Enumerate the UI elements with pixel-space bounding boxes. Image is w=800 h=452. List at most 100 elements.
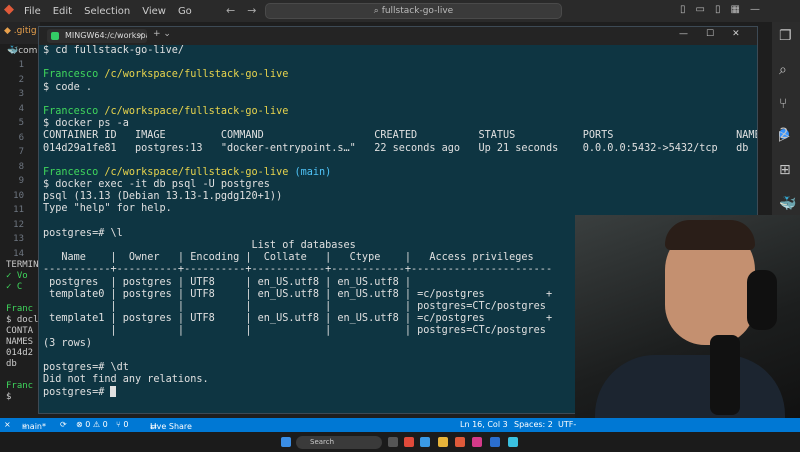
- terminal-text: /c/workspace/fullstack-go-live: [104, 105, 289, 117]
- app-icon[interactable]: [472, 437, 482, 447]
- search-icon[interactable]: ⌕: [779, 62, 787, 78]
- webcam-overlay: [575, 215, 800, 418]
- windows-taskbar: Search: [0, 432, 800, 452]
- line-number-gutter: 1 2 3 4 5 6 7 8 9 10 11 12 13 14: [0, 60, 40, 260]
- terminal-text: psql (13.13 (Debian 13.13-1.pgdg120+1)): [43, 191, 283, 203]
- panel-line: $ docl: [6, 315, 39, 325]
- toggle-secondary-sidebar-icon[interactable]: ▯: [715, 4, 721, 15]
- layout-controls: ▯ ▭ ▯ ▦ —: [680, 4, 760, 15]
- terminal-window-controls: — ☐ ✕: [679, 29, 740, 39]
- terminal-line: Francesco /c/workspace/fullstack-go-live…: [43, 166, 757, 179]
- indentation-status[interactable]: Spaces: 2: [514, 420, 553, 429]
- terminal-tab[interactable]: MINGW64:/c/workspace/fullstack-go-live ✕: [47, 29, 147, 43]
- status-bar: ⨯ ⑂ main* ⟳ ⊗ 0 ⚠ 0 ⑂ 0 ⇄ Live Share Ln …: [0, 418, 800, 432]
- editor-tab-compose[interactable]: 🐳com: [3, 46, 37, 56]
- customize-layout-icon[interactable]: ▦: [730, 4, 739, 15]
- terminal-text: postgres=# \dt: [43, 361, 129, 373]
- line-number: 8: [18, 161, 24, 172]
- terminal-text: $ code .: [43, 81, 93, 93]
- minimize-icon[interactable]: —: [750, 4, 760, 15]
- panel-line: ✓ C: [6, 282, 23, 292]
- remote-indicator-icon[interactable]: ⨯: [4, 420, 11, 429]
- terminal-text: postgres=# \l: [43, 227, 123, 239]
- editor-tab-gitignore[interactable]: ◆ .gitig: [0, 26, 37, 36]
- cursor-position[interactable]: Ln 16, Col 3: [460, 420, 508, 429]
- line-number: 11: [13, 205, 24, 215]
- menu-edit[interactable]: Edit: [53, 6, 72, 17]
- taskbar-search[interactable]: Search: [296, 436, 382, 449]
- terminal-line: Francesco /c/workspace/fullstack-go-live: [43, 105, 757, 118]
- sync-icon[interactable]: ⟳: [60, 420, 67, 429]
- line-number: 13: [13, 234, 24, 244]
- edge-icon[interactable]: [508, 437, 518, 447]
- vscode-icon[interactable]: [420, 437, 430, 447]
- terminal-line: CONTAINER ID IMAGE COMMAND CREATED STATU…: [43, 130, 758, 142]
- vscode-logo-icon: ◆: [4, 2, 14, 17]
- panel-line: 014d2: [6, 348, 34, 358]
- run-debug-icon[interactable]: ▷: [779, 128, 790, 144]
- menu-file[interactable]: File: [24, 6, 41, 17]
- panel-line: Franc: [6, 304, 34, 314]
- terminal-text: Did not find any relations.: [43, 374, 209, 386]
- panel-line: ✓ Vo: [6, 271, 28, 281]
- source-control-icon[interactable]: ⑂: [779, 96, 787, 112]
- panel-line: [0, 293, 40, 304]
- mingw-icon: [51, 32, 59, 40]
- menu-selection[interactable]: Selection: [84, 6, 130, 17]
- terminal-text: $ cd fullstack-go-live/: [43, 45, 185, 56]
- integrated-terminal-panel[interactable]: TERMINA ✓ Vo ✓ C Franc $ docl CONTA NAME…: [0, 260, 40, 418]
- terminal-text: CONTAINER ID IMAGE COMMAND CREATED STATU…: [43, 130, 758, 142]
- start-icon[interactable]: [281, 437, 291, 447]
- minimize-icon[interactable]: —: [679, 29, 688, 39]
- terminal-text: /c/workspace/fullstack-go-live: [104, 69, 289, 81]
- close-icon[interactable]: ✕: [732, 29, 740, 39]
- toggle-sidebar-icon[interactable]: ▯: [680, 4, 686, 15]
- line-number: 10: [13, 190, 24, 201]
- close-tab-icon[interactable]: ✕: [137, 29, 144, 43]
- terminal-line: $ cd fullstack-go-live/: [43, 45, 757, 57]
- terminal-text: | | | | | postgres=CTc/postgres: [43, 300, 546, 312]
- ports-status[interactable]: ⑂ 0: [116, 420, 128, 429]
- menu-view[interactable]: View: [142, 6, 166, 17]
- terminal-text: postgres | postgres | UTF8 | en_US.utf8 …: [43, 276, 412, 288]
- command-center-search[interactable]: ⌕ fullstack-go-live: [265, 3, 562, 19]
- forward-arrow-icon[interactable]: →: [247, 4, 256, 17]
- maximize-icon[interactable]: ☐: [706, 29, 714, 39]
- terminal-text: template1 | postgres | UTF8 | en_US.utf8…: [43, 313, 553, 325]
- new-tab-icon[interactable]: + ⌄: [153, 29, 171, 39]
- search-icon: ⌕: [373, 6, 382, 16]
- back-arrow-icon[interactable]: ←: [226, 4, 235, 17]
- line-number: 4: [18, 103, 24, 114]
- docker-icon[interactable]: 🐳: [779, 196, 796, 212]
- terminal-text: Francesco: [43, 105, 105, 117]
- terminal-line: 014d29a1fe81 postgres:13 "docker-entrypo…: [43, 143, 757, 155]
- panel-line: $: [6, 392, 12, 402]
- menu-go[interactable]: Go: [178, 6, 192, 17]
- encoding-status[interactable]: UTF-: [558, 420, 576, 429]
- panel-title[interactable]: TERMINA: [0, 260, 40, 271]
- app-icon[interactable]: [490, 437, 500, 447]
- toggle-panel-icon[interactable]: ▭: [696, 4, 705, 15]
- task-view-icon[interactable]: [388, 437, 398, 447]
- extensions-icon[interactable]: ⊞: [779, 162, 791, 178]
- chrome-icon[interactable]: [404, 437, 414, 447]
- explorer-icon[interactable]: [438, 437, 448, 447]
- line-number: 2: [18, 74, 24, 85]
- terminal-text: Name | Owner | Encoding | Collate | Ctyp…: [43, 252, 534, 264]
- line-number: 7: [18, 147, 24, 157]
- nav-arrows: ← →: [226, 4, 256, 17]
- panel-line: Franc: [6, 381, 34, 391]
- panel-line: NAMES: [6, 337, 34, 347]
- terminal-text: List of databases: [43, 240, 356, 251]
- terminal-line: Type "help" for help.: [43, 203, 757, 215]
- terminal-text: Francesco: [43, 166, 105, 178]
- panel-line: [0, 370, 40, 381]
- menu-bar: File Edit Selection View Go: [24, 0, 192, 22]
- terminal-line: $ code .: [43, 81, 757, 94]
- explorer-icon[interactable]: ❐: [779, 28, 792, 44]
- problems-status[interactable]: ⊗ 0 ⚠ 0: [76, 420, 108, 429]
- git-icon[interactable]: [455, 437, 465, 447]
